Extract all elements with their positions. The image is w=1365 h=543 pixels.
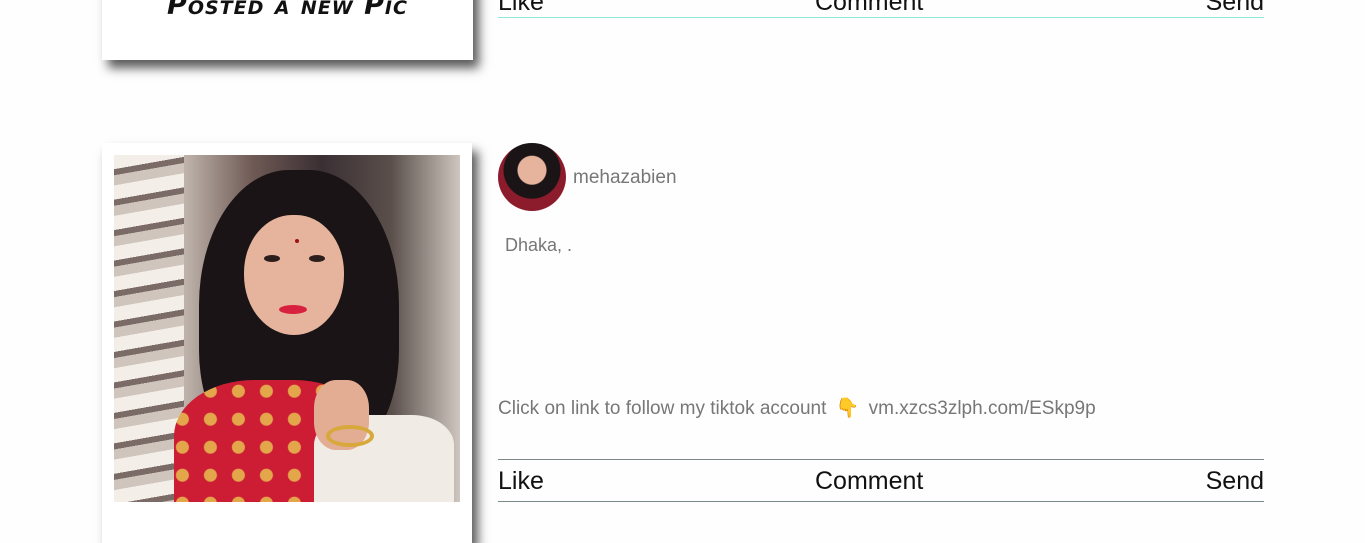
post-card-previous: Posted a new Pic xyxy=(102,0,473,60)
post-location: Dhaka, . xyxy=(505,235,573,255)
post-actions: Like Comment Send xyxy=(498,467,1264,497)
post-description: Click on link to follow my tiktok accoun… xyxy=(498,396,1096,420)
send-button[interactable]: Send xyxy=(1206,467,1264,496)
send-button[interactable]: Send xyxy=(1206,0,1264,17)
avatar[interactable] xyxy=(498,143,566,211)
post-caption: Posted a new Pic xyxy=(167,0,408,21)
divider xyxy=(498,501,1264,502)
like-button[interactable]: Like xyxy=(498,467,544,496)
post-photo[interactable] xyxy=(114,155,460,502)
divider xyxy=(498,17,1264,18)
divider xyxy=(498,459,1264,460)
post-card xyxy=(102,143,472,543)
pointing-down-icon: 👇 xyxy=(835,398,860,419)
post-actions-previous: Like Comment Send xyxy=(498,0,1264,18)
comment-button[interactable]: Comment xyxy=(815,0,923,17)
description-text: Click on link to follow my tiktok accoun… xyxy=(498,398,827,419)
username-link[interactable]: mehazabien xyxy=(573,167,677,189)
comment-button[interactable]: Comment xyxy=(815,467,923,496)
like-button[interactable]: Like xyxy=(498,0,544,17)
tiktok-link[interactable]: vm.xzcs3zlph.com/ESkp9p xyxy=(869,398,1096,419)
